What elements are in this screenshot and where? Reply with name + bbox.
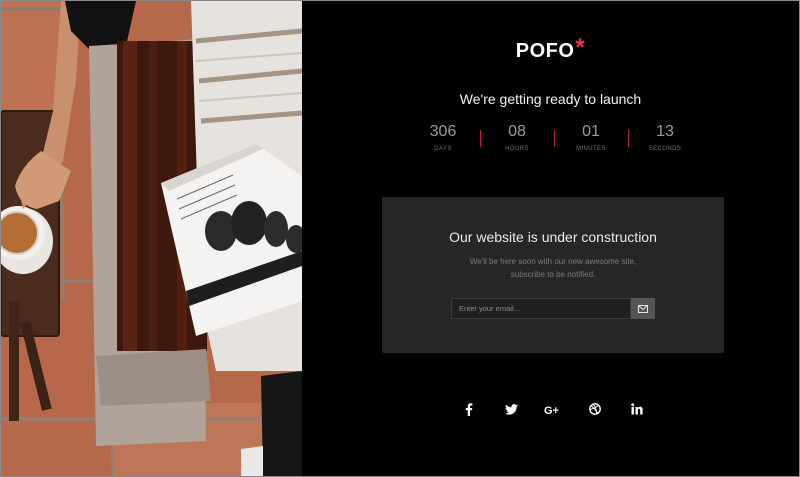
- countdown-seconds-label: SECONDS: [648, 146, 682, 152]
- twitter-link[interactable]: [500, 399, 522, 419]
- dribbble-link[interactable]: [584, 399, 606, 419]
- panel-description: We'll be here soon with our new awesome …: [442, 255, 664, 281]
- panel-description-line: We'll be here soon with our new awesome …: [469, 257, 637, 266]
- countdown-days-label: DAYS: [434, 146, 452, 152]
- countdown-minutes-label: MINUTES: [576, 146, 606, 152]
- countdown-minutes: 01 MINUTES: [554, 122, 628, 152]
- launch-headline: We're getting ready to launch: [459, 91, 642, 107]
- countdown-hours: 08 HOURS: [480, 122, 554, 152]
- countdown-days-value: 306: [429, 123, 457, 140]
- photo-illustration: [1, 1, 302, 476]
- countdown-days: 306 DAYS: [406, 122, 480, 152]
- brand-name: POFO: [515, 40, 575, 62]
- facebook-link[interactable]: [458, 399, 480, 419]
- subscribe-panel: Our website is under construction We'll …: [382, 197, 724, 353]
- google-plus-icon: G+: [544, 405, 559, 415]
- linkedin-icon: [631, 403, 643, 415]
- countdown-seconds-value: 13: [656, 123, 674, 140]
- facebook-icon: [465, 402, 473, 416]
- subscribe-button[interactable]: [631, 298, 655, 319]
- twitter-icon: [504, 403, 518, 415]
- countdown-seconds: 13 SECONDS: [628, 122, 702, 152]
- brand-asterisk: *: [575, 34, 586, 61]
- svg-text:G+: G+: [544, 405, 559, 415]
- google-plus-link[interactable]: G+: [542, 399, 564, 419]
- brand-logo[interactable]: POFO*: [302, 34, 799, 63]
- page-frame: POFO* We're getting ready to launch 306 …: [0, 0, 800, 477]
- panel-description-line: subscribe to be notified.: [510, 270, 596, 279]
- countdown-timer: 306 DAYS 08 HOURS 01 MINUTES 13 SECONDS: [406, 122, 702, 158]
- countdown-minutes-value: 01: [582, 123, 600, 140]
- panel-title: Our website is under construction: [449, 229, 657, 245]
- dribbble-icon: [589, 403, 601, 415]
- social-links: G+: [302, 399, 799, 419]
- linkedin-link[interactable]: [626, 399, 648, 419]
- envelope-icon: [638, 304, 648, 313]
- main-content: POFO* We're getting ready to launch 306 …: [302, 1, 799, 476]
- email-input[interactable]: [451, 298, 631, 319]
- countdown-hours-value: 08: [508, 123, 526, 140]
- hero-photo: [1, 1, 302, 476]
- countdown-hours-label: HOURS: [505, 146, 529, 152]
